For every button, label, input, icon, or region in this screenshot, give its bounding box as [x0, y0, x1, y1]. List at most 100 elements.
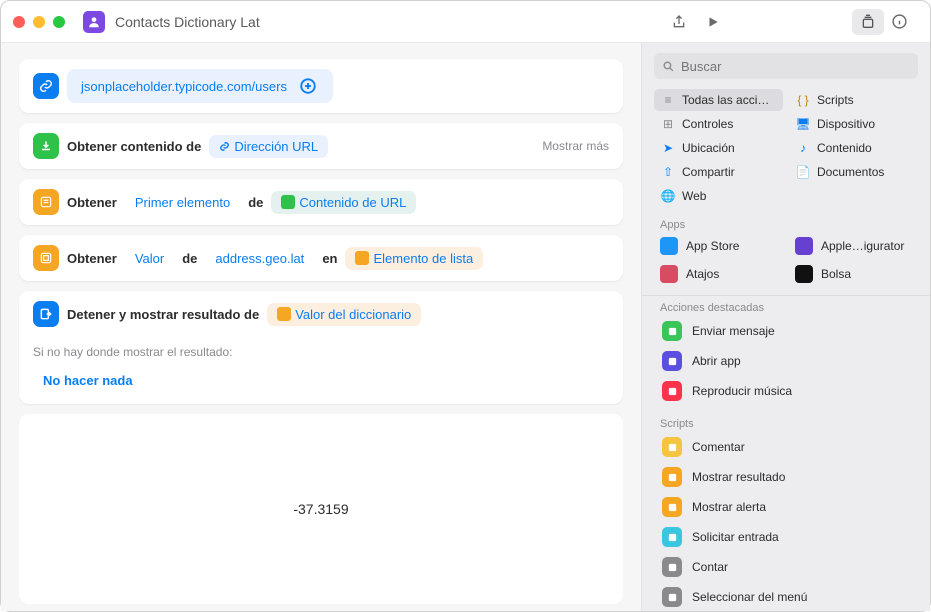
app-label: App Store [686, 239, 739, 253]
scripts-section-label: Scripts [642, 412, 930, 432]
app-icon [795, 265, 813, 283]
app-item[interactable]: Atajos [654, 261, 783, 287]
dictionary-value-token[interactable]: Valor del diccionario [267, 303, 421, 326]
action-label: Detener y mostrar resultado de [67, 307, 259, 322]
url-value: jsonplaceholder.typicode.com/users [81, 79, 287, 94]
output-icon [33, 301, 59, 327]
list-element-token[interactable]: Elemento de lista [345, 247, 483, 270]
download-icon [281, 195, 295, 209]
share-button[interactable] [664, 10, 694, 34]
action-label: Reproducir música [692, 384, 792, 398]
category-label: Controles [682, 117, 733, 131]
category-item[interactable]: ♪Contenido [789, 137, 918, 159]
action-list-item[interactable]: Solicitar entrada [654, 522, 918, 552]
action-label: Mostrar alerta [692, 500, 766, 514]
category-item[interactable]: ≡Todas las acci… [654, 89, 783, 111]
featured-section-label: Acciones destacadas [642, 296, 930, 316]
category-grid: ≡Todas las acci… { } Scripts ⊞Controles 🖥Dis… [642, 87, 930, 213]
app-label: Bolsa [821, 267, 851, 281]
dictionary-icon [277, 307, 291, 321]
workflow-editor: jsonplaceholder.typicode.com/users Obten… [1, 43, 641, 611]
search-field[interactable] [654, 53, 918, 79]
close-window-button[interactable] [13, 16, 25, 28]
action-icon [662, 527, 682, 547]
action-label: de [248, 195, 263, 210]
action-label: Obtener contenido de [67, 139, 201, 154]
action-label: de [182, 251, 197, 266]
app-item[interactable]: Apple…igurator [789, 233, 918, 259]
search-input[interactable] [681, 59, 910, 74]
value-param[interactable]: Valor [125, 247, 174, 270]
category-icon: 🌐 [660, 188, 676, 204]
keypath-param[interactable]: address.geo.lat [205, 247, 314, 270]
do-nothing-param[interactable]: No hacer nada [33, 369, 143, 392]
category-item[interactable]: ➤ Ubicación [654, 137, 783, 159]
window-title: Contacts Dictionary Lat [115, 14, 260, 30]
get-contents-action[interactable]: Obtener contenido de Dirección URL Mostr… [19, 123, 623, 169]
category-item[interactable]: 🖥Dispositivo [789, 113, 918, 135]
category-icon: ➤ [660, 140, 676, 156]
category-label: Dispositivo [817, 117, 875, 131]
link-icon [33, 73, 59, 99]
info-button[interactable] [884, 10, 914, 34]
action-icon [662, 381, 682, 401]
add-url-button[interactable] [297, 75, 319, 97]
action-label: Seleccionar del menú [692, 590, 807, 604]
action-list-item[interactable]: Seleccionar del menú [654, 582, 918, 611]
app-label: Apple…igurator [821, 239, 904, 253]
action-icon [662, 587, 682, 607]
show-more-button[interactable]: Mostrar más [542, 139, 609, 153]
get-dictionary-value-action[interactable]: Obtener Valor de address.geo.lat en Elem… [19, 235, 623, 281]
category-label: Scripts [817, 93, 854, 107]
category-icon: ♪ [795, 140, 811, 156]
app-item[interactable]: Bolsa [789, 261, 918, 287]
category-item[interactable]: { } Scripts [789, 89, 918, 111]
stop-show-result-action[interactable]: Detener y mostrar resultado de Valor del… [19, 291, 623, 404]
action-label: Mostrar resultado [692, 470, 785, 484]
category-item[interactable]: ⇧ Compartir [654, 161, 783, 183]
action-icon [662, 467, 682, 487]
category-item[interactable]: ⊞Controles [654, 113, 783, 135]
shortcut-app-icon [83, 11, 105, 33]
action-list-item[interactable]: Comentar [654, 432, 918, 462]
category-label: Todas las acci… [682, 93, 769, 107]
action-list-item[interactable]: Contar [654, 552, 918, 582]
action-label: Contar [692, 560, 728, 574]
apps-grid: App Store Apple…igurator Atajos Bolsa [642, 233, 930, 291]
first-element-param[interactable]: Primer elemento [125, 191, 240, 214]
app-label: Atajos [686, 267, 719, 281]
category-icon: { } [795, 92, 811, 108]
action-list-item[interactable]: Enviar mensaje [654, 316, 918, 346]
action-icon [662, 497, 682, 517]
url-chip[interactable]: jsonplaceholder.typicode.com/users [67, 69, 333, 103]
run-button[interactable] [698, 10, 728, 34]
action-list-item[interactable]: Mostrar resultado [654, 462, 918, 492]
app-item[interactable]: App Store [654, 233, 783, 259]
category-label: Ubicación [682, 141, 735, 155]
minimize-window-button[interactable] [33, 16, 45, 28]
apps-section-label: Apps [642, 213, 930, 233]
action-list-item[interactable]: Mostrar alerta [654, 492, 918, 522]
category-item[interactable]: 📄Documentos [789, 161, 918, 183]
library-toggle-button[interactable] [852, 9, 884, 35]
get-first-item-action[interactable]: Obtener Primer elemento de Contenido de … [19, 179, 623, 225]
sub-label: Si no hay donde mostrar el resultado: [19, 337, 623, 369]
action-list-item[interactable]: Reproducir música [654, 376, 918, 406]
url-param-token[interactable]: Dirección URL [209, 135, 328, 158]
category-label: Compartir [682, 165, 735, 179]
download-icon [33, 133, 59, 159]
maximize-window-button[interactable] [53, 16, 65, 28]
url-action[interactable]: jsonplaceholder.typicode.com/users [19, 59, 623, 113]
action-list-item[interactable]: Abrir app [654, 346, 918, 376]
app-icon [795, 237, 813, 255]
traffic-lights [13, 16, 65, 28]
url-content-token[interactable]: Contenido de URL [271, 191, 416, 214]
action-icon [662, 437, 682, 457]
category-label: Web [682, 189, 706, 203]
featured-actions-list: Enviar mensajeAbrir app Reproducir música [642, 316, 930, 406]
action-label: Obtener [67, 251, 117, 266]
titlebar: Contacts Dictionary Lat [1, 1, 930, 43]
category-item[interactable]: 🌐 Web [654, 185, 783, 207]
category-icon: ⇧ [660, 164, 676, 180]
action-label: en [322, 251, 337, 266]
